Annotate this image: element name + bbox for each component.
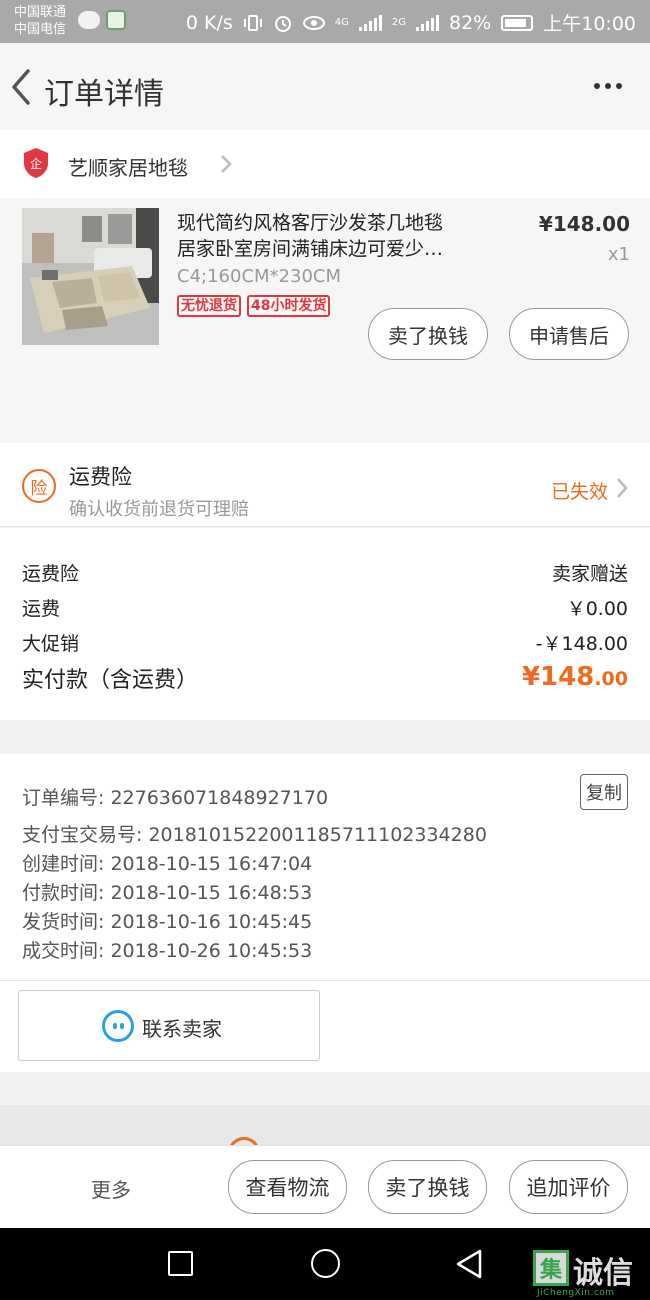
fee-label: 运费 — [22, 598, 61, 620]
product-title-line-2: 居家卧室房间满铺床边可爱少… — [177, 238, 444, 260]
fee-label: 运费险 — [22, 563, 80, 585]
shop-row[interactable]: 企 艺顺家居地毯 — [0, 130, 650, 198]
product-thumbnail[interactable] — [22, 208, 159, 345]
network-2g-label: 2G — [391, 16, 406, 28]
tag-48h-ship: 48小时发货 — [247, 295, 331, 317]
sell-for-cash-button-bottom[interactable]: 卖了换钱 — [368, 1160, 487, 1214]
product-price: ¥148.00 — [538, 212, 630, 236]
product-title[interactable]: 现代简约风格客厅沙发茶几地毯 居家卧室房间满铺床边可爱少… — [177, 210, 497, 262]
svg-text:企: 企 — [30, 156, 42, 171]
fee-summary: 运费险 卖家赠送 运费 ￥0.00 大促销 -￥148.00 实付款（含运费） … — [0, 528, 650, 720]
insurance-icon: 险 — [22, 469, 56, 503]
alipay-transaction-number: 支付宝交易号: 2018101522001185711102334280 — [22, 824, 487, 846]
chevron-right-icon — [617, 478, 628, 498]
order-info-panel: 订单编号: 227636071848927170 复制 支付宝交易号: 2018… — [0, 754, 650, 1072]
sell-for-cash-button[interactable]: 卖了换钱 — [368, 308, 488, 360]
insurance-status: 已失效 — [550, 481, 608, 503]
vibrate-icon — [243, 14, 262, 31]
battery-percent: 82% — [449, 11, 492, 34]
recommendation-section — [0, 1105, 650, 1145]
product-row[interactable]: 现代简约风格客厅沙发茶几地毯 居家卧室房间满铺床边可爱少… C4;160CM*2… — [0, 198, 650, 443]
fee-value: ￥0.00 — [566, 598, 628, 620]
paid-time: 付款时间: 2018-10-15 16:48:53 — [22, 882, 313, 904]
fee-label: 大促销 — [22, 633, 80, 655]
total-decimal: .00 — [594, 668, 628, 690]
watermark-logo-icon: 集 — [533, 1250, 569, 1286]
divider — [0, 980, 650, 981]
carrier-1: 中国联通 — [14, 5, 67, 20]
completed-time: 成交时间: 2018-10-26 10:45:53 — [22, 940, 313, 962]
fee-row-promotion: 大促销 -￥148.00 — [22, 629, 628, 656]
recommendation-icon — [228, 1137, 260, 1145]
fee-row-shipping: 运费 ￥0.00 — [22, 594, 628, 621]
product-quantity: x1 — [607, 244, 630, 265]
product-tags: 无忧退货 48小时发货 — [177, 295, 331, 317]
apply-aftersale-button[interactable]: 申请售后 — [509, 308, 629, 360]
clock: 上午10:00 — [543, 13, 636, 35]
fee-row-insurance: 运费险 卖家赠送 — [22, 559, 628, 586]
carrier-info: 中国联通 中国电信 — [14, 4, 66, 38]
recent-apps-icon[interactable] — [168, 1251, 193, 1276]
product-title-line-1: 现代简约风格客厅沙发茶几地毯 — [177, 212, 444, 234]
more-actions-button[interactable]: 更多 — [91, 1174, 131, 1203]
tag-worry-free-return: 无忧退货 — [177, 295, 241, 317]
enterprise-shop-icon: 企 — [24, 148, 48, 178]
order-item-card: 企 艺顺家居地毯 现代简约风格客厅沙发茶几地毯 居家卧室房间满铺床边可爱少… C… — [0, 130, 650, 443]
insurance-title: 运费险 — [69, 465, 132, 489]
watermark-text: 诚信 — [573, 1256, 633, 1291]
app-notification-icon — [106, 10, 126, 30]
signal-2g-icon — [416, 14, 439, 31]
fee-value: 卖家赠送 — [551, 563, 628, 585]
rug-room-image — [22, 208, 159, 345]
total-amount: ¥148.00 — [522, 662, 628, 692]
created-time: 创建时间: 2018-10-15 16:47:04 — [22, 853, 313, 875]
wechat-icon — [78, 11, 100, 29]
watermark-url: JiChengXin.com — [537, 1288, 615, 1298]
shop-name[interactable]: 艺顺家居地毯 — [68, 152, 188, 181]
more-menu-icon[interactable] — [594, 83, 622, 89]
contact-seller-button[interactable]: 联系卖家 — [18, 990, 320, 1061]
network-4g-label: 4G — [334, 16, 349, 28]
carrier-2: 中国电信 — [14, 22, 67, 37]
total-label: 实付款（含运费） — [22, 668, 199, 693]
nav-back-icon[interactable] — [455, 1248, 483, 1280]
site-watermark: 集 诚信 JiChengXin.com — [533, 1250, 650, 1300]
chevron-right-icon — [221, 155, 232, 173]
network-speed: 0 K/s — [185, 11, 233, 34]
page-title: 订单详情 — [44, 77, 164, 112]
product-spec: C4;160CM*230CM — [177, 266, 341, 287]
bottom-action-bar: 更多 查看物流 卖了换钱 追加评价 — [0, 1145, 650, 1228]
fee-row-total: 实付款（含运费） ¥148.00 — [22, 662, 628, 694]
order-number: 订单编号: 227636071848927170 — [22, 787, 329, 809]
battery-icon — [501, 14, 534, 31]
fee-value: -￥148.00 — [535, 633, 628, 655]
shipped-time: 发货时间: 2018-10-16 10:45:45 — [22, 911, 313, 933]
total-currency: ¥ — [521, 662, 541, 692]
add-review-button[interactable]: 追加评价 — [509, 1160, 628, 1214]
shipping-insurance-row[interactable]: 险 运费险 确认收货前退货可理赔 已失效 — [0, 443, 650, 527]
status-bar: 中国联通 中国电信 0 K/s 4G 2G 82% 上午10:00 — [0, 0, 650, 43]
contact-seller-label: 联系卖家 — [142, 1017, 222, 1041]
app-header: 订单详情 — [0, 43, 650, 130]
view-logistics-button[interactable]: 查看物流 — [228, 1160, 347, 1214]
alarm-icon — [274, 15, 291, 32]
chat-bubble-icon — [102, 1010, 134, 1042]
total-integer: 148 — [540, 662, 595, 692]
eye-icon — [302, 15, 325, 30]
insurance-subtitle: 确认收货前退货可理赔 — [69, 499, 249, 520]
signal-4g-icon — [358, 14, 382, 31]
back-arrow-icon[interactable] — [8, 67, 38, 107]
home-icon[interactable] — [311, 1249, 340, 1278]
copy-button[interactable]: 复制 — [580, 774, 628, 810]
